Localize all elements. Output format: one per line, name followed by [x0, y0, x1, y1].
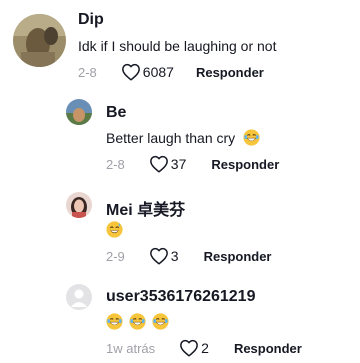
comment-meta: 2-9 3 Responder: [106, 247, 272, 265]
comment-date: 1w atrás: [106, 340, 156, 356]
comment-text-body: Better laugh than cry: [106, 130, 236, 146]
comment-username[interactable]: Be: [106, 104, 126, 122]
comment-meta: 2-8 6087 Responder: [78, 63, 264, 81]
comment-text: Better laugh than cry: [106, 129, 260, 146]
grinning-face-with-sweat-icon: [106, 221, 123, 238]
comment-meta: 2-8 37 Responder: [106, 155, 279, 173]
reply-button[interactable]: Responder: [196, 65, 264, 80]
comment-text: [106, 221, 123, 238]
avatar-mei[interactable]: [66, 192, 92, 218]
face-with-tears-of-joy-icon: [106, 313, 123, 330]
comment-date: 2-8: [78, 64, 97, 80]
comment-username[interactable]: user3536176261219: [106, 288, 255, 306]
face-with-tears-of-joy-icon: [152, 313, 169, 330]
avatar-be[interactable]: [66, 99, 92, 125]
reply-button[interactable]: Responder: [234, 341, 302, 356]
like-count: 37: [170, 156, 187, 172]
face-with-tears-of-joy-icon: [243, 129, 260, 146]
like-count: 6087: [142, 64, 174, 80]
like-count: 3: [170, 248, 179, 264]
reply-button[interactable]: Responder: [204, 249, 272, 264]
comment-username[interactable]: Dip: [78, 11, 104, 29]
avatar-default[interactable]: [66, 284, 92, 310]
comment-meta: 1w atrás 2 Responder: [106, 339, 302, 357]
comment-username[interactable]: Mei 卓美芬: [106, 196, 185, 220]
comment-text: Idk if I should be laughing or not: [78, 38, 277, 54]
comment-text: [106, 313, 169, 330]
heart-outline-icon[interactable]: [179, 339, 199, 357]
like-count: 2: [201, 340, 209, 356]
reply-button[interactable]: Responder: [211, 157, 279, 172]
heart-outline-icon[interactable]: [149, 155, 169, 173]
comment-date: 2-8: [106, 156, 125, 172]
avatar-dip[interactable]: [13, 14, 66, 67]
comment-date: 2-9: [106, 248, 125, 264]
heart-outline-icon[interactable]: [149, 247, 169, 265]
face-with-tears-of-joy-icon: [129, 313, 146, 330]
heart-outline-icon[interactable]: [121, 63, 141, 81]
